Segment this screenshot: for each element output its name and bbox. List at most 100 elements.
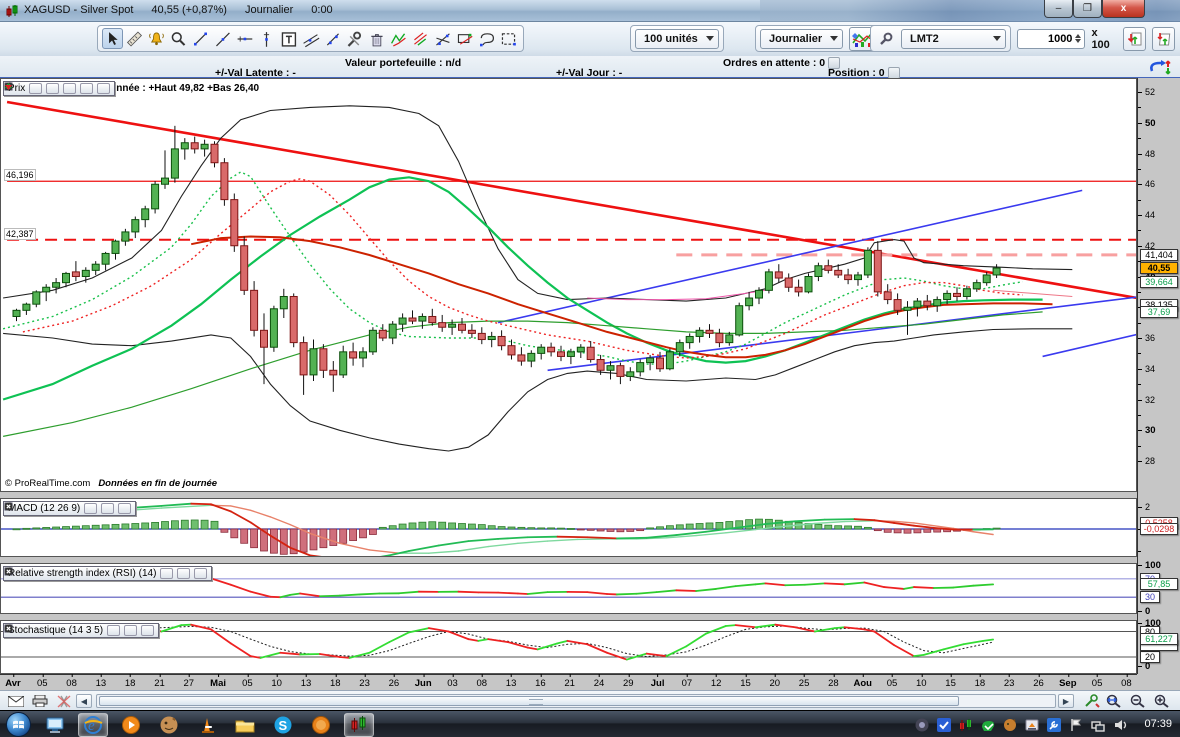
rsi-settings-wrench-icon[interactable] (4, 567, 174, 579)
candle[interactable] (794, 286, 803, 293)
candle[interactable] (438, 322, 447, 328)
tray-tools-icon[interactable] (1046, 717, 1062, 733)
time-axis[interactable]: Avr 05 08 13 18 21 27 Mai 05 10 13 18 23 26 Jun 03 08 13 1… (0, 674, 1137, 690)
ruler-tool[interactable] (124, 28, 145, 49)
stoch-settings-wrench-icon[interactable] (4, 624, 121, 636)
maximize-button[interactable]: ❐ (1073, 0, 1102, 18)
print-icon[interactable] (30, 693, 50, 709)
taskbar-clock[interactable]: 07:39 (1144, 718, 1172, 730)
candle[interactable] (656, 357, 664, 370)
candle[interactable] (695, 329, 704, 337)
pattern-channel-tool[interactable] (410, 28, 431, 49)
price-axis[interactable]: 2830323436384042444648505238,13537,6941,… (1137, 78, 1180, 674)
candle[interactable] (42, 286, 51, 293)
candle[interactable] (141, 208, 150, 221)
candle[interactable] (260, 329, 268, 348)
candle[interactable] (497, 335, 506, 347)
trendline-descending[interactable] (6, 100, 1136, 300)
candle[interactable] (190, 142, 199, 150)
tray-volume-icon[interactable] (1112, 717, 1128, 733)
close-button[interactable]: x (1102, 0, 1145, 18)
candle[interactable] (527, 352, 536, 362)
candle[interactable] (339, 351, 348, 376)
candle[interactable] (319, 348, 328, 371)
candle[interactable] (349, 351, 358, 359)
chart-scrollbar[interactable] (96, 694, 1056, 708)
candle[interactable] (943, 292, 952, 301)
candle[interactable] (547, 346, 556, 353)
candle[interactable] (180, 142, 189, 150)
candle[interactable] (230, 199, 239, 247)
period-dropdown[interactable]: Journalier (760, 28, 844, 49)
taskbar-app-display[interactable] (40, 713, 70, 737)
candle[interactable] (487, 335, 496, 341)
scrollbar-thumb[interactable] (99, 696, 959, 706)
candle[interactable] (745, 297, 754, 307)
candle[interactable] (467, 329, 476, 334)
candle[interactable] (250, 289, 259, 331)
price-up-arrow-icon[interactable] (5, 83, 94, 94)
candle[interactable] (279, 295, 288, 310)
candle[interactable] (428, 315, 437, 324)
buy-order-button[interactable] (1123, 26, 1147, 51)
macd-panel[interactable]: MACD (12 26 9) (0, 498, 1137, 557)
candle[interactable] (170, 148, 179, 179)
candle[interactable] (863, 249, 872, 276)
candle[interactable] (62, 272, 70, 284)
scroll-left-button[interactable]: ◀ (76, 694, 92, 708)
spin-up-icon[interactable] (1075, 34, 1082, 38)
eraser-tool[interactable] (366, 28, 387, 49)
candle[interactable] (329, 369, 338, 376)
tray-download-icon[interactable] (980, 717, 996, 733)
pattern-cross-tool[interactable] (432, 28, 453, 49)
rsi-panel[interactable]: Relative strength index (RSI) (14) (0, 563, 1137, 614)
candle[interactable] (121, 231, 130, 242)
candle[interactable] (71, 271, 80, 277)
candle[interactable] (715, 332, 724, 344)
macd-chart[interactable] (1, 499, 1136, 556)
candle[interactable] (477, 332, 486, 341)
sell-order-button[interactable] (1152, 26, 1175, 51)
candle[interactable] (586, 346, 595, 361)
candle[interactable] (101, 252, 110, 265)
lasso-tool[interactable] (476, 28, 497, 49)
scroll-right-button[interactable]: ▶ (1058, 694, 1074, 708)
taskbar-app-orange[interactable] (306, 713, 336, 737)
order-type-dropdown[interactable]: LMT2 (901, 28, 1006, 49)
candle[interactable] (646, 357, 655, 364)
macd-close-icon[interactable] (4, 502, 132, 514)
channel-lower-blue-2[interactable] (1042, 333, 1136, 358)
candle[interactable] (616, 365, 625, 377)
candle[interactable] (636, 362, 645, 373)
candle[interactable] (982, 274, 991, 284)
tray-media-icon[interactable] (914, 717, 930, 733)
quantity-stepper[interactable]: 1000 (1017, 28, 1086, 49)
taskbar-app-emule[interactable] (154, 713, 184, 737)
candle[interactable] (854, 274, 862, 281)
taskbar-app-vlc[interactable] (192, 713, 222, 737)
taskbar-app-explorer[interactable] (230, 713, 260, 737)
candle[interactable] (359, 351, 367, 359)
taskbar-app-prorealtime[interactable] (344, 712, 374, 737)
rsi-window-icon[interactable] (4, 567, 191, 579)
candle[interactable] (418, 315, 427, 322)
candle[interactable] (408, 317, 417, 322)
candle[interactable] (725, 334, 734, 344)
candle[interactable] (764, 271, 773, 291)
candle[interactable] (388, 323, 397, 339)
price-settings-wrench-icon[interactable] (4, 82, 43, 94)
candle[interactable] (81, 269, 90, 278)
tray-card-icon[interactable] (1024, 717, 1040, 733)
channel-lower-blue[interactable] (547, 296, 1136, 372)
stoch-window-icon[interactable] (4, 624, 138, 636)
tray-emule-icon[interactable] (1002, 717, 1018, 733)
candle[interactable] (844, 274, 853, 281)
candle[interactable] (12, 309, 21, 317)
candle[interactable] (913, 300, 922, 308)
candle[interactable] (755, 289, 763, 299)
candle[interactable] (200, 143, 209, 150)
candle[interactable] (962, 288, 971, 297)
mail-icon[interactable] (6, 693, 26, 709)
text-tool[interactable] (278, 28, 299, 49)
candle[interactable] (814, 265, 823, 278)
